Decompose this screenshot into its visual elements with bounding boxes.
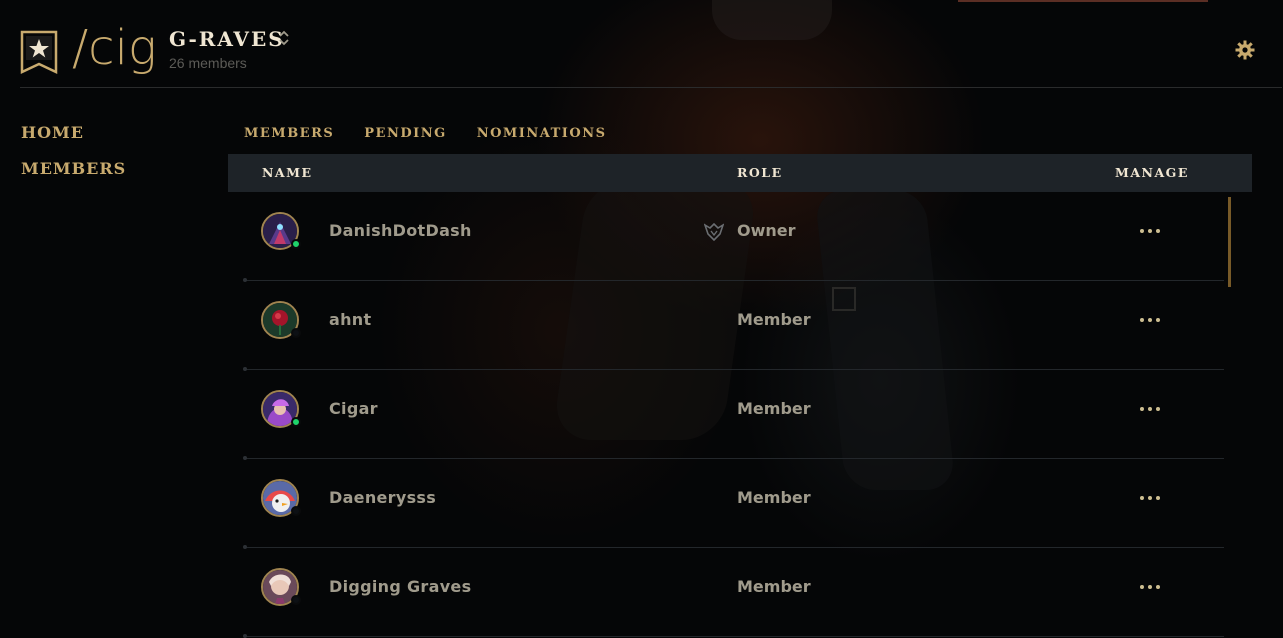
members-table-body: DanishDotDash Owner ahnt Member Cigar Me… (243, 192, 1224, 638)
more-options-button[interactable] (1138, 401, 1162, 417)
row-divider (243, 634, 1224, 638)
club-name[interactable]: G-RAVES (169, 27, 285, 51)
club-banner-star-icon (20, 30, 58, 74)
members-table-header: NAME ROLE MANAGE (228, 154, 1252, 192)
club-sidebar: HOME MEMBERS (21, 123, 126, 195)
more-options-button[interactable] (1138, 223, 1162, 239)
chevron-up-down-icon[interactable] (278, 29, 290, 47)
member-name[interactable]: DanishDotDash (329, 221, 472, 240)
column-header-name[interactable]: NAME (262, 165, 313, 180)
table-row[interactable]: Cigar Member (243, 370, 1224, 460)
table-row[interactable]: ahnt Member (243, 281, 1224, 371)
table-row[interactable]: Daenerysss Member (243, 459, 1224, 549)
members-scrollbar[interactable] (1228, 197, 1231, 287)
column-header-manage: MANAGE (1115, 165, 1189, 180)
table-row[interactable]: DanishDotDash Owner (243, 192, 1224, 282)
nav-item-members[interactable]: MEMBERS (21, 159, 126, 178)
offline-status-indicator (291, 328, 301, 338)
more-options-button[interactable] (1138, 490, 1162, 506)
members-subtabs: MEMBERS PENDING NOMINATIONS (244, 126, 636, 141)
offline-status-indicator (291, 506, 301, 516)
club-header: /cig G-RAVES 26 members (0, 0, 1283, 88)
nav-item-home[interactable]: HOME (21, 123, 126, 142)
member-name[interactable]: ahnt (329, 310, 371, 329)
gear-icon[interactable] (1235, 40, 1255, 60)
member-role: Owner (737, 221, 796, 240)
member-role: Member (737, 488, 811, 507)
tab-members[interactable]: MEMBERS (244, 126, 334, 141)
online-status-indicator (291, 417, 301, 427)
member-name[interactable]: Cigar (329, 399, 378, 418)
tab-nominations[interactable]: NOMINATIONS (477, 126, 607, 141)
header-divider (20, 87, 1282, 88)
member-role: Member (737, 577, 811, 596)
member-name[interactable]: Daenerysss (329, 488, 436, 507)
more-options-button[interactable] (1138, 579, 1162, 595)
offline-status-indicator (291, 595, 301, 605)
member-name[interactable]: Digging Graves (329, 577, 471, 596)
online-status-indicator (291, 239, 301, 249)
member-count: 26 members (169, 55, 247, 71)
column-header-role[interactable]: ROLE (737, 165, 783, 180)
table-row[interactable]: Digging Graves Member (243, 548, 1224, 638)
member-role: Member (737, 399, 811, 418)
owner-crest-icon (704, 223, 724, 241)
more-options-button[interactable] (1138, 312, 1162, 328)
member-role: Member (737, 310, 811, 329)
club-tag: /cig (72, 20, 157, 76)
tab-pending[interactable]: PENDING (364, 126, 446, 141)
